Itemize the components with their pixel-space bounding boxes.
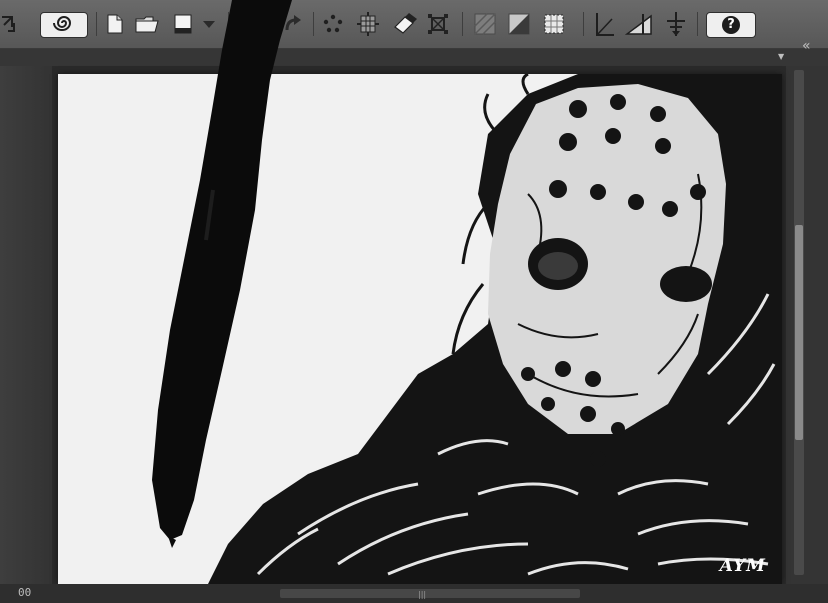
ink-illustration (208, 74, 782, 584)
artist-signature: AYM (719, 556, 766, 576)
spiral-icon (53, 14, 75, 36)
toolbar-divider (583, 12, 584, 36)
chevron-down-icon[interactable]: ▼ (778, 53, 784, 61)
grid-icon[interactable] (355, 11, 381, 37)
dots-icon[interactable] (320, 11, 346, 37)
half-fill-icon[interactable] (506, 11, 532, 37)
toolbar-divider (313, 12, 314, 36)
crop-icon[interactable] (425, 11, 451, 37)
toolbar-divider (96, 12, 97, 36)
new-file-icon[interactable] (104, 11, 126, 37)
scrollbar-thumb[interactable] (795, 225, 803, 440)
scrollbar-grip-icon[interactable]: ||| (418, 590, 426, 599)
ruler-icon[interactable] (592, 11, 618, 37)
eraser-icon[interactable] (390, 11, 420, 37)
transform-icon[interactable] (0, 11, 18, 37)
zoom-readout: 00 (18, 586, 32, 599)
redo-icon[interactable] (282, 11, 304, 37)
help-icon: ? (722, 16, 740, 34)
left-panel (0, 66, 52, 584)
toolbar-divider (462, 12, 463, 36)
collapse-panel-icon[interactable]: « (802, 39, 811, 53)
right-panel (786, 66, 828, 584)
spiral-button[interactable] (40, 12, 88, 38)
selection-grid-icon[interactable] (541, 11, 567, 37)
secondary-bar: « ▼ (0, 39, 828, 66)
status-bar: 00 ||| (0, 584, 828, 603)
align-icon[interactable] (662, 11, 690, 37)
toolbar-divider (228, 12, 229, 36)
help-button[interactable]: ? (706, 12, 756, 38)
canvas-color-icon[interactable] (172, 11, 194, 37)
toolbar-divider (697, 12, 698, 36)
open-folder-icon[interactable] (134, 11, 162, 37)
horizontal-scrollbar[interactable] (280, 589, 580, 598)
main-toolbar: ? (0, 0, 828, 49)
pattern-icon[interactable] (472, 11, 498, 37)
perspective-ruler-icon[interactable] (624, 11, 654, 37)
drawing-canvas[interactable]: AYM (58, 74, 782, 584)
dropdown-arrow-icon[interactable] (199, 11, 219, 37)
